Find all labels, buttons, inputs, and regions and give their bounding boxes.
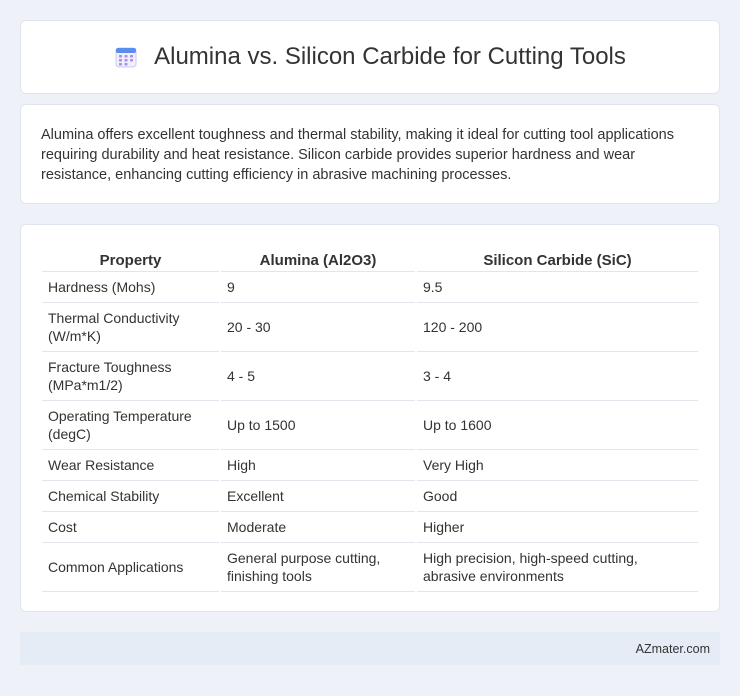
cell-alumina: 9 xyxy=(219,271,416,303)
cell-property: Thermal Conductivity (W/m*K) xyxy=(42,302,220,352)
cell-alumina: Moderate xyxy=(219,511,416,543)
cell-silicon-carbide: Higher xyxy=(415,511,698,543)
cell-property: Chemical Stability xyxy=(42,480,220,512)
table-header-row: Property Alumina (Al2O3) Silicon Carbide… xyxy=(42,243,698,272)
cell-alumina: Up to 1500 xyxy=(219,400,416,450)
cell-silicon-carbide: Very High xyxy=(415,449,698,481)
table-row: Common Applications General purpose cutt… xyxy=(42,542,698,592)
table-row: Hardness (Mohs) 9 9.5 xyxy=(42,271,698,303)
cell-silicon-carbide: High precision, high-speed cutting, abra… xyxy=(415,542,698,592)
cell-property: Wear Resistance xyxy=(42,449,220,481)
cell-alumina: General purpose cutting, finishing tools xyxy=(219,542,416,592)
comparison-card: Property Alumina (Al2O3) Silicon Carbide… xyxy=(20,224,720,612)
cell-alumina: 20 - 30 xyxy=(219,302,416,352)
comparison-table: Property Alumina (Al2O3) Silicon Carbide… xyxy=(42,243,698,592)
cell-silicon-carbide: Good xyxy=(415,480,698,512)
title-wrap: Alumina vs. Silicon Carbide for Cutting … xyxy=(114,43,626,71)
cell-property: Hardness (Mohs) xyxy=(42,271,220,303)
table-row: Thermal Conductivity (W/m*K) 20 - 30 120… xyxy=(42,302,698,352)
cell-property: Operating Temperature (degC) xyxy=(42,400,220,450)
cell-property: Fracture Toughness (MPa*m1/2) xyxy=(42,351,220,401)
table-row: Fracture Toughness (MPa*m1/2) 4 - 5 3 - … xyxy=(42,351,698,401)
footer: AZmater.com xyxy=(20,632,720,665)
cell-silicon-carbide: 9.5 xyxy=(415,271,698,303)
cell-property: Common Applications xyxy=(42,542,220,592)
cell-silicon-carbide: Up to 1600 xyxy=(415,400,698,450)
table-row: Wear Resistance High Very High xyxy=(42,449,698,481)
cell-alumina: High xyxy=(219,449,416,481)
title-card: Alumina vs. Silicon Carbide for Cutting … xyxy=(20,20,720,94)
intro-card: Alumina offers excellent toughness and t… xyxy=(20,104,720,204)
intro-paragraph: Alumina offers excellent toughness and t… xyxy=(41,127,674,183)
cell-alumina: Excellent xyxy=(219,480,416,512)
page-title: Alumina vs. Silicon Carbide for Cutting … xyxy=(154,43,626,70)
header-alumina: Alumina (Al2O3) xyxy=(219,243,416,272)
table-row: Operating Temperature (degC) Up to 1500 … xyxy=(42,400,698,450)
cell-silicon-carbide: 3 - 4 xyxy=(415,351,698,401)
footer-site-link[interactable]: AZmater.com xyxy=(636,642,710,656)
header-property: Property xyxy=(42,243,220,272)
cell-silicon-carbide: 120 - 200 xyxy=(415,302,698,352)
cell-alumina: 4 - 5 xyxy=(219,351,416,401)
table-row: Cost Moderate Higher xyxy=(42,511,698,543)
header-silicon-carbide: Silicon Carbide (SiC) xyxy=(415,243,698,272)
cell-property: Cost xyxy=(42,511,220,543)
calendar-icon xyxy=(115,47,137,68)
table-row: Chemical Stability Excellent Good xyxy=(42,480,698,512)
